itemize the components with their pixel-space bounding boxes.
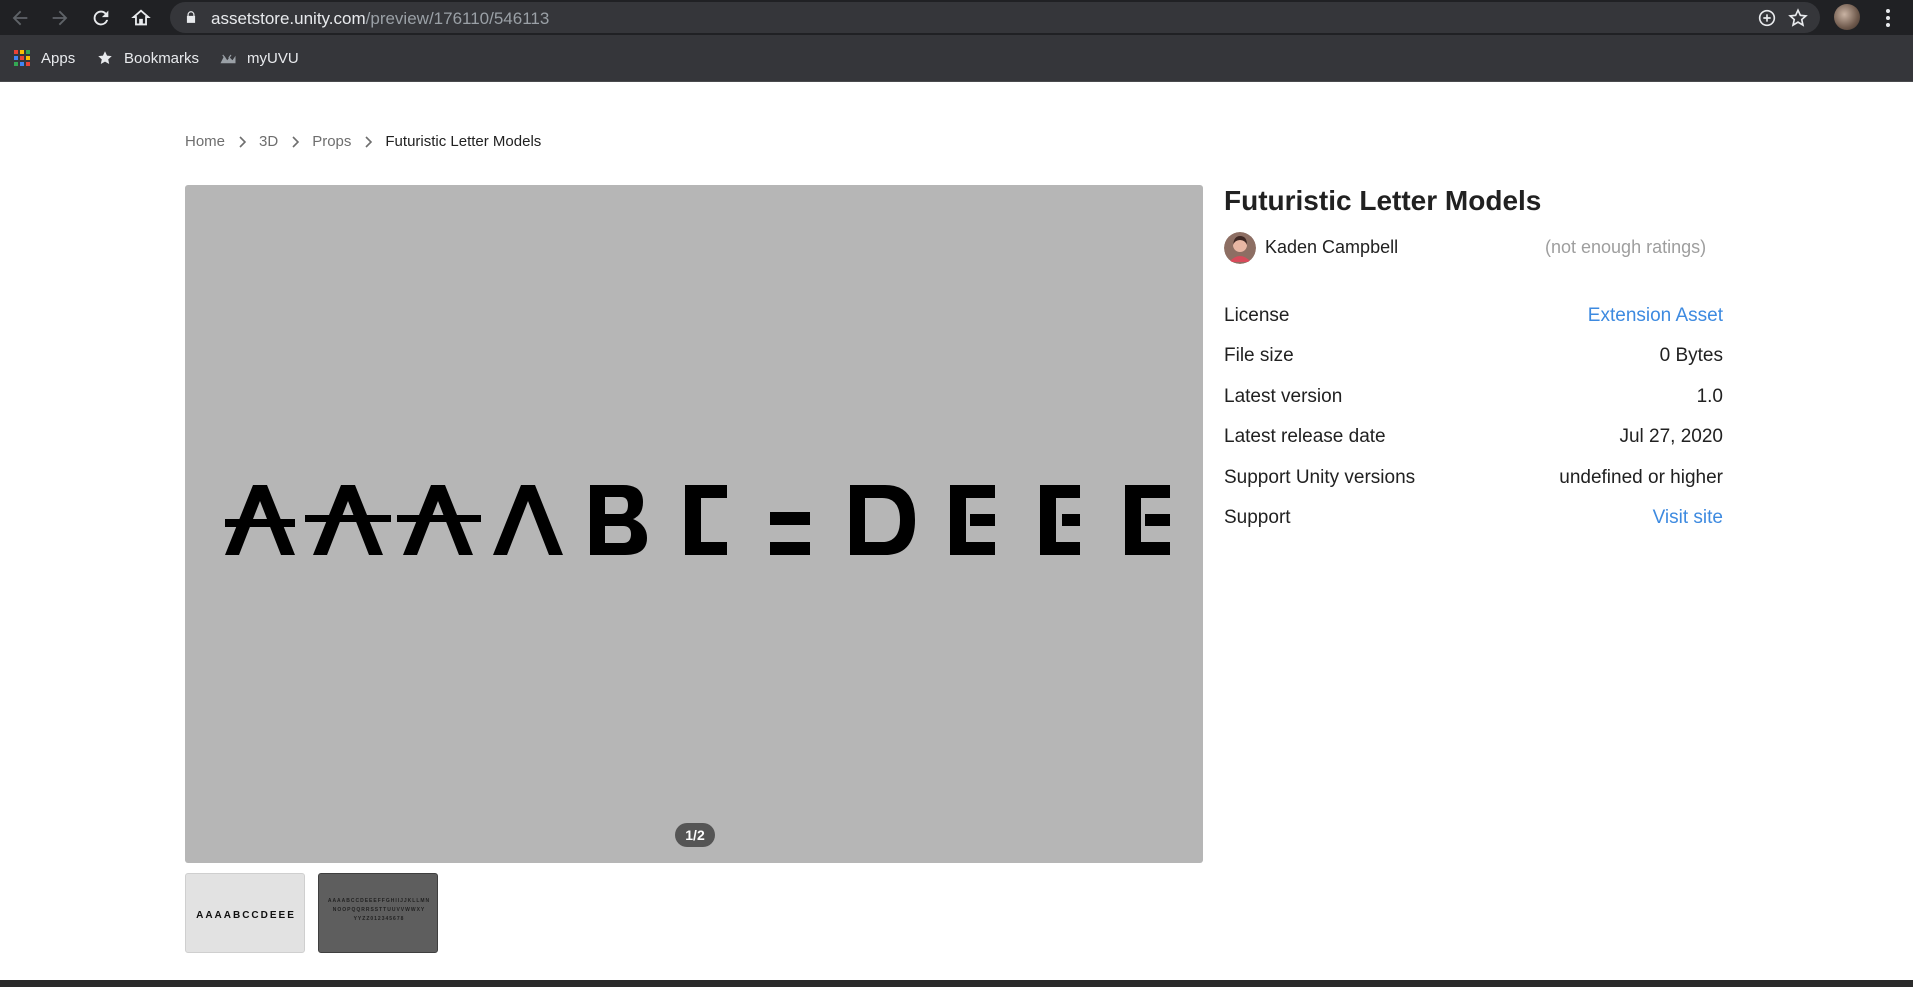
bookmark-bookmarks[interactable]: Bookmarks: [96, 47, 199, 69]
breadcrumb: Home 3D Props Futuristic Letter Models: [185, 133, 541, 150]
profile-avatar[interactable]: [1834, 4, 1860, 30]
svg-text:NOOPQQRRSSTTUUVVWWXY: NOOPQQRRSSTTUUVVWWXY: [333, 907, 426, 913]
bookmark-star-icon[interactable]: [1787, 7, 1809, 29]
breadcrumb-home[interactable]: Home: [185, 133, 225, 150]
home-button[interactable]: [121, 0, 161, 35]
page-bottom-edge: [0, 980, 1913, 987]
bookmark-apps[interactable]: Apps: [13, 47, 75, 69]
add-circle-icon[interactable]: [1756, 7, 1778, 29]
thumbnail-alphabet-preview: AAAABCCDEEEFFGHIIJJKLLMN NOOPQQRRSSTTUUV…: [328, 898, 430, 922]
author-avatar[interactable]: [1224, 232, 1256, 264]
back-button[interactable]: [0, 0, 40, 35]
breadcrumb-3d[interactable]: 3D: [259, 133, 278, 150]
license-link[interactable]: Extension Asset: [1588, 305, 1723, 327]
visit-site-link[interactable]: Visit site: [1653, 507, 1723, 529]
detail-row-support: Support Visit site: [1224, 503, 1723, 533]
bookmark-bookmarks-label: Bookmarks: [124, 49, 200, 67]
detail-label: Latest version: [1224, 386, 1343, 407]
svg-text:AAAABCCDEEE: AAAABCCDEEE: [196, 910, 296, 921]
ratings-text: (not enough ratings): [1545, 237, 1707, 257]
detail-label: Support: [1224, 507, 1291, 528]
svg-text:AAAABCCDEEEFFGHIIJJKLLMN: AAAABCCDEEEFFGHIIJJKLLMN: [328, 898, 430, 904]
lock-icon: [186, 11, 196, 23]
url-host: assetstore.unity.com: [211, 9, 366, 28]
breadcrumb-current: Futuristic Letter Models: [385, 133, 542, 150]
uvu-logo-icon: [220, 54, 236, 64]
chevron-right-icon: [292, 135, 300, 148]
gallery-counter: 1/2: [675, 823, 715, 847]
asset-title: Futuristic Letter Models: [1224, 185, 1542, 216]
bookmark-myuvu[interactable]: myUVU: [219, 47, 299, 69]
svg-text:YYZZ012345678: YYZZ012345678: [354, 916, 405, 922]
futuristic-letters-preview: [225, 485, 1170, 555]
apps-grid-icon: [14, 50, 30, 66]
reload-icon: [93, 10, 109, 25]
detail-value: undefined or higher: [1559, 467, 1723, 488]
detail-value: 0 Bytes: [1659, 345, 1723, 366]
arrow-left-icon: [12, 10, 28, 25]
detail-row-latest-version: Latest version 1.0: [1224, 382, 1723, 412]
home-icon: [131, 8, 151, 25]
bookmark-myuvu-label: myUVU: [247, 49, 299, 67]
detail-value: Jul 27, 2020: [1619, 426, 1723, 447]
bookmarks-bar: Apps Bookmarks myUVU: [0, 35, 1913, 82]
breadcrumb-props[interactable]: Props: [312, 133, 351, 150]
chevron-right-icon: [239, 135, 247, 148]
bookmark-apps-label: Apps: [41, 49, 76, 67]
chevron-right-icon: [365, 135, 373, 148]
gallery-thumbnail-1[interactable]: AAAABCCDEEE: [185, 873, 305, 953]
forward-button[interactable]: [40, 0, 80, 35]
detail-label: Latest release date: [1224, 426, 1386, 447]
detail-row-file-size: File size 0 Bytes: [1224, 341, 1723, 371]
detail-row-release-date: Latest release date Jul 27, 2020: [1224, 422, 1723, 452]
detail-row-unity-versions: Support Unity versions undefined or high…: [1224, 463, 1723, 493]
star-icon: [98, 51, 112, 64]
browser-toolbar: assetstore.unity.com/preview/176110/5461…: [0, 0, 1913, 35]
reload-button[interactable]: [81, 0, 121, 35]
detail-label: File size: [1224, 345, 1294, 366]
author-name[interactable]: Kaden Campbell: [1265, 237, 1398, 258]
thumbnail-letters-preview: AAAABCCDEEE: [191, 910, 299, 921]
arrow-right-icon: [52, 10, 68, 25]
avatar-image: [1224, 232, 1256, 264]
gallery-thumbnail-2[interactable]: AAAABCCDEEEFFGHIIJJKLLMN NOOPQQRRSSTTUUV…: [318, 873, 438, 953]
detail-label: License: [1224, 305, 1290, 326]
detail-label: Support Unity versions: [1224, 467, 1416, 488]
detail-value: 1.0: [1696, 386, 1723, 407]
more-vert-icon[interactable]: [1878, 6, 1898, 30]
gallery-main-image[interactable]: 1/2: [185, 185, 1203, 863]
url-text: assetstore.unity.com/preview/176110/5461…: [211, 9, 549, 29]
url-path: /preview/176110/546113: [365, 9, 550, 28]
detail-row-license: License Extension Asset: [1224, 301, 1723, 331]
address-bar[interactable]: assetstore.unity.com/preview/176110/5461…: [170, 2, 1820, 33]
